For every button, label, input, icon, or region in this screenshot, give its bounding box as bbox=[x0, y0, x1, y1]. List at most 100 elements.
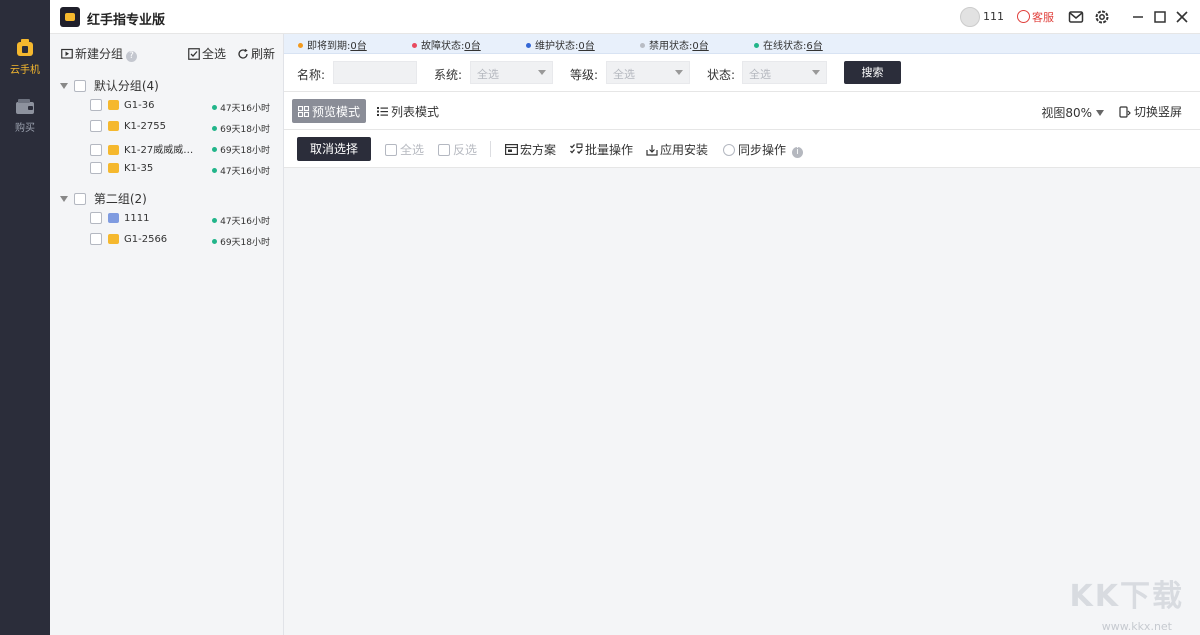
device-icon bbox=[108, 121, 119, 131]
filter-bar: 名称: 系统: 全选 等级: 全选 状态: 全选 搜索 bbox=[284, 54, 1200, 92]
app-install-button[interactable]: 应用安装 bbox=[646, 141, 708, 158]
system-select-value: 全选 bbox=[477, 68, 499, 81]
group-row-default[interactable]: 默认分组(4) bbox=[60, 77, 159, 97]
sidebar-toolbar: 新建分组? 全选 刷新 bbox=[50, 34, 284, 70]
batch-operation-button[interactable]: 批量操作 bbox=[570, 141, 633, 158]
mail-icon[interactable] bbox=[1068, 9, 1084, 25]
device-row[interactable]: G1-2566 69天18小时 bbox=[90, 233, 270, 251]
device-row[interactable]: K1-35 47天16小时 bbox=[90, 162, 270, 180]
device-time-remaining: 69天18小时 bbox=[212, 143, 270, 156]
title-bar: 红手指专业版 111 客服 bbox=[50, 0, 1200, 34]
watermark: KK下载 bbox=[1069, 579, 1184, 614]
device-time-remaining: 47天16小时 bbox=[212, 101, 270, 114]
sidebar-select-all[interactable]: 全选 bbox=[188, 45, 226, 62]
device-checkbox[interactable] bbox=[90, 144, 102, 156]
group-checkbox[interactable] bbox=[74, 193, 86, 205]
status-count[interactable]: 0台 bbox=[578, 41, 594, 52]
refresh-button[interactable]: 刷新 bbox=[237, 45, 275, 62]
info-icon[interactable]: i bbox=[792, 147, 804, 158]
status-count[interactable]: 0台 bbox=[350, 41, 366, 52]
sync-operation-toggle[interactable]: 同步操作 i bbox=[723, 141, 804, 158]
state-label: 状态: bbox=[707, 68, 736, 82]
status-count[interactable]: 6台 bbox=[806, 41, 822, 52]
cancel-selection-button[interactable]: 取消选择 bbox=[297, 137, 371, 161]
group-row-second[interactable]: 第二组(2) bbox=[60, 190, 147, 210]
rail-item-label: 购买 bbox=[15, 123, 35, 134]
rotate-button[interactable]: 切换竖屏 bbox=[1119, 103, 1182, 120]
action-select-all[interactable]: 全选 bbox=[385, 141, 424, 158]
device-row[interactable]: K1-27威威威威... 69天18小时 bbox=[90, 141, 270, 159]
state-select-value: 全选 bbox=[749, 68, 771, 81]
user-id: 111 bbox=[983, 10, 1004, 23]
action-invert[interactable]: 反选 bbox=[438, 141, 477, 158]
new-group-button[interactable]: 新建分组? bbox=[61, 45, 138, 62]
minimize-icon[interactable] bbox=[1130, 9, 1146, 25]
action-invert-label: 反选 bbox=[453, 143, 478, 157]
status-label: 故障状态: bbox=[421, 41, 465, 52]
device-row[interactable]: 1111 47天16小时 bbox=[90, 212, 270, 230]
level-select[interactable]: 全选 bbox=[606, 61, 690, 84]
maximize-icon[interactable] bbox=[1152, 9, 1168, 25]
device-checkbox[interactable] bbox=[90, 99, 102, 111]
status-dot bbox=[298, 43, 303, 48]
device-row[interactable]: K1-2755 69天18小时 bbox=[90, 120, 270, 138]
phone-icon bbox=[17, 39, 33, 56]
state-select[interactable]: 全选 bbox=[742, 61, 827, 84]
status-label: 维护状态: bbox=[535, 41, 579, 52]
device-time-remaining: 47天16小时 bbox=[212, 164, 270, 177]
status-disabled[interactable]: 禁用状态:0台 bbox=[640, 37, 709, 52]
select-all-checkbox[interactable] bbox=[385, 144, 397, 156]
group-name: 默认分组(4) bbox=[93, 79, 159, 93]
device-name: K1-2755 bbox=[124, 121, 166, 132]
status-count[interactable]: 0台 bbox=[464, 41, 480, 52]
name-input[interactable] bbox=[333, 61, 417, 84]
status-fault[interactable]: 故障状态:0台 bbox=[412, 37, 481, 52]
customer-service-button[interactable]: 客服 bbox=[1017, 9, 1054, 25]
invert-checkbox[interactable] bbox=[438, 144, 450, 156]
close-icon[interactable] bbox=[1174, 9, 1190, 25]
folder-plus-icon bbox=[61, 48, 73, 59]
status-expiring[interactable]: 即将到期:0台 bbox=[298, 37, 367, 52]
rotate-label: 切换竖屏 bbox=[1133, 105, 1182, 119]
help-icon[interactable]: ? bbox=[126, 51, 138, 62]
device-sidebar: 新建分组? 全选 刷新 默认分组(4) G1-36 47天16小时 K1-275… bbox=[50, 34, 284, 635]
device-name: K1-27威威威威... bbox=[124, 145, 196, 156]
group-checkbox[interactable] bbox=[74, 80, 86, 92]
rail-item-cloud-phone[interactable]: 云手机 bbox=[0, 38, 50, 76]
level-select-value: 全选 bbox=[613, 68, 635, 81]
status-dot bbox=[640, 43, 645, 48]
zoom-dropdown[interactable]: 视图80% bbox=[1041, 104, 1104, 121]
gear-icon[interactable] bbox=[1094, 9, 1110, 25]
device-row[interactable]: G1-36 47天16小时 bbox=[90, 99, 270, 117]
preview-mode-button[interactable]: 预览模式 bbox=[292, 99, 367, 123]
app-logo bbox=[60, 7, 80, 27]
device-time-remaining: 69天18小时 bbox=[212, 122, 270, 135]
system-select[interactable]: 全选 bbox=[470, 61, 553, 84]
device-icon bbox=[108, 163, 119, 173]
download-icon bbox=[646, 145, 658, 156]
chat-icon bbox=[1017, 10, 1030, 23]
device-checkbox[interactable] bbox=[90, 233, 102, 245]
caret-down-icon[interactable] bbox=[60, 196, 68, 202]
status-dot bbox=[412, 43, 417, 48]
macro-button[interactable]: 宏方案 bbox=[505, 141, 556, 158]
status-maintenance[interactable]: 维护状态:0台 bbox=[526, 37, 595, 52]
device-time-remaining: 47天16小时 bbox=[212, 214, 270, 227]
avatar[interactable] bbox=[960, 7, 980, 27]
device-icon bbox=[108, 100, 119, 110]
batch-label: 批量操作 bbox=[585, 143, 634, 157]
sync-radio[interactable] bbox=[723, 144, 735, 156]
rail-item-purchase[interactable]: 购买 bbox=[0, 98, 50, 134]
search-button[interactable]: 搜索 bbox=[844, 61, 901, 84]
list-mode-button[interactable]: 列表模式 bbox=[371, 99, 445, 123]
caret-down-icon[interactable] bbox=[60, 83, 68, 89]
device-checkbox[interactable] bbox=[90, 162, 102, 174]
status-online[interactable]: 在线状态:6台 bbox=[754, 37, 823, 52]
macro-icon bbox=[505, 144, 519, 156]
device-checkbox[interactable] bbox=[90, 212, 102, 224]
status-label: 在线状态: bbox=[763, 41, 807, 52]
system-label: 系统: bbox=[434, 68, 463, 82]
device-time-remaining: 69天18小时 bbox=[212, 235, 270, 248]
device-checkbox[interactable] bbox=[90, 120, 102, 132]
status-count[interactable]: 0台 bbox=[692, 41, 708, 52]
